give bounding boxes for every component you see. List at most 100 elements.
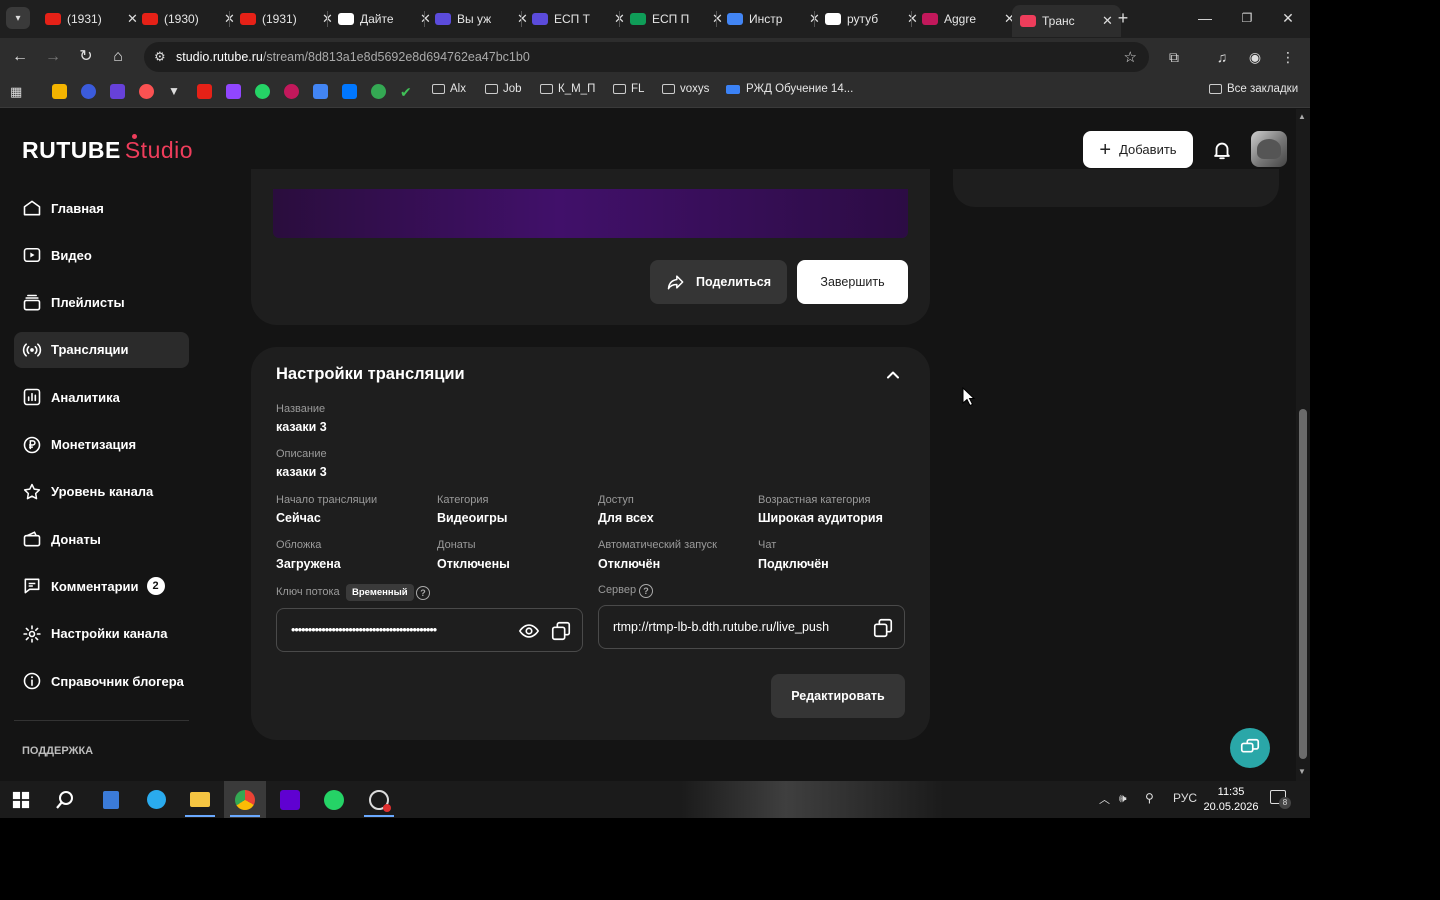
sidebar-item-wallet[interactable]: Донаты [14,521,189,557]
site-info-icon[interactable]: ⚙ [154,49,166,65]
bookmark-icon[interactable] [139,84,154,99]
file-explorer-app[interactable] [179,781,221,818]
sidebar-item-info[interactable]: Справочник блогера [14,663,189,699]
whatsapp-app[interactable] [313,781,355,818]
check-bookmark-icon[interactable]: ✔ [400,84,415,100]
bookmark-icon[interactable] [284,84,299,99]
tab-search-button[interactable]: ▾ [6,7,30,29]
volume-icon[interactable]: 🕪 [1119,791,1127,806]
notification-bell-icon[interactable] [1211,139,1233,161]
stream-key-help-icon[interactable]: ? [416,586,430,600]
minimize-button[interactable]: — [1195,8,1215,28]
whatsapp-bookmark-icon[interactable] [255,84,270,99]
server-help-icon[interactable]: ? [639,584,653,598]
browser-tab[interactable]: Транс ✕ [1012,5,1121,37]
sidebar-item-video[interactable]: Видео [14,237,189,273]
forward-button[interactable]: → [43,47,63,67]
scrollbar-thumb[interactable] [1299,409,1307,759]
vk-bookmark-icon[interactable] [342,84,357,99]
extensions-icon[interactable]: ⧉ [1165,48,1183,66]
copy-icon[interactable] [872,617,894,639]
page-scrollbar[interactable]: ▲ ▼ [1296,109,1310,781]
chrome-app[interactable] [224,781,266,818]
bookmark-icon[interactable] [110,84,125,99]
rutube-studio-logo[interactable]: RUTUBE Studio [22,134,193,164]
eye-icon[interactable] [518,620,540,642]
sidebar-item-ruble[interactable]: Монетизация [14,427,189,463]
server-field[interactable]: rtmp://rtmp-lb-b.dth.rutube.ru/live_push [598,605,905,649]
user-avatar[interactable] [1251,131,1287,167]
restore-button[interactable]: ❐ [1237,8,1257,28]
apps-grid-icon[interactable]: ▦ [10,84,25,99]
browser-tab[interactable]: Дайте ✕ [330,6,439,32]
search-button[interactable] [44,781,86,818]
support-chat-button[interactable] [1230,728,1270,768]
bookmark-icon[interactable] [371,84,386,99]
browser-tab[interactable]: рутуб ✕ [817,6,926,32]
tab-close-icon[interactable]: ✕ [1102,13,1113,29]
notification-center-icon[interactable]: 8 [1270,790,1291,809]
language-indicator[interactable]: РУС [1173,791,1197,805]
windows-taskbar: ︿ 🕪 ⚲ РУС 11:35 20.05.2026 8 [0,781,1310,818]
browser-tab[interactable]: Aggre ✕ [914,6,1023,32]
share-button[interactable]: Поделиться [650,260,787,304]
browser-tab[interactable]: (1931)✕ [232,6,341,32]
home-button[interactable]: ⌂ [108,47,128,67]
sidebar-item-star[interactable]: Уровень канала [14,474,189,510]
bookmark-folder[interactable]: FL [613,83,644,95]
bookmark-folder[interactable]: Job [485,83,522,95]
chevron-up-icon[interactable] [885,367,901,383]
add-button[interactable]: + Добавить [1083,131,1193,168]
yahoo-app[interactable] [269,781,311,818]
bookmark-star-icon[interactable]: ☆ [1124,48,1137,66]
browser-tab[interactable]: Вы уж ✕ [427,6,536,32]
sidebar-item-home[interactable]: Главная [14,190,189,226]
browser-tab[interactable]: ЕСП Т✕ [524,6,633,32]
finish-stream-button[interactable]: Завершить [797,260,908,304]
browser-tab[interactable]: Инстр✕ [719,6,828,32]
bookmark-icon[interactable] [81,84,96,99]
sidebar-item-broadcast[interactable]: Трансляции [14,331,189,368]
sidebar-item-playlist[interactable]: Плейлисты [14,285,189,321]
bookmark-folder[interactable]: РЖД Обучение 14... [726,83,853,95]
all-bookmarks-button[interactable]: Все закладки [1209,83,1298,95]
edit-button[interactable]: Редактировать [771,674,905,718]
home-icon [23,200,41,216]
browser-tab[interactable]: (1930)✕ [134,6,243,32]
scroll-up-arrow-icon[interactable]: ▲ [1298,112,1306,121]
sidebar-item-label: Комментарии [51,578,139,594]
browser-tab[interactable]: (1931)✕ [37,6,146,32]
browser-tab[interactable]: ЕСП П ✕ [622,6,731,32]
media-control-icon[interactable]: ♫ [1213,48,1231,66]
sidebar-item-comment[interactable]: Комментарии 2 [14,568,189,604]
twitch-bookmark-icon[interactable] [226,84,241,99]
telegram-app[interactable] [135,781,177,818]
reload-button[interactable]: ↻ [76,47,96,67]
network-icon[interactable]: ⚲ [1145,791,1154,805]
close-window-button[interactable]: ✕ [1278,8,1298,28]
calculator-app[interactable] [90,781,132,818]
clock[interactable]: 11:35 20.05.2026 [1203,785,1259,815]
bookmark-folder[interactable]: voxys [662,83,709,95]
bookmark-folder[interactable]: Alx [432,83,466,95]
wallet-icon [23,531,41,547]
browser-menu-icon[interactable]: ⋮ [1279,48,1297,66]
youtube-bookmark-icon[interactable] [197,84,212,99]
bookmark-icon[interactable]: ▼ [168,84,183,99]
tray-expand-icon[interactable]: ︿ [1099,791,1110,807]
bookmark-icon[interactable] [52,84,67,99]
obs-app[interactable] [358,781,400,818]
new-tab-button[interactable]: + [1113,7,1133,29]
stream-key-field[interactable]: ••••••••••••••••••••••••••••••••••••••••… [276,608,583,652]
scroll-down-arrow-icon[interactable]: ▼ [1298,767,1306,776]
profile-icon[interactable]: ◉ [1246,48,1264,66]
copy-icon[interactable] [550,620,572,642]
sidebar-item-analytics[interactable]: Аналитика [14,379,189,415]
translate-bookmark-icon[interactable] [313,84,328,99]
sidebar-item-gear[interactable]: Настройки канала [14,616,189,652]
back-button[interactable]: ← [10,47,30,67]
bookmark-folder[interactable]: К_М_П [540,83,595,95]
address-bar[interactable]: ⚙ studio.rutube.ru/stream/8d813a1e8d5692… [144,42,1149,72]
logo-dot [132,134,137,139]
start-button[interactable] [0,781,42,818]
